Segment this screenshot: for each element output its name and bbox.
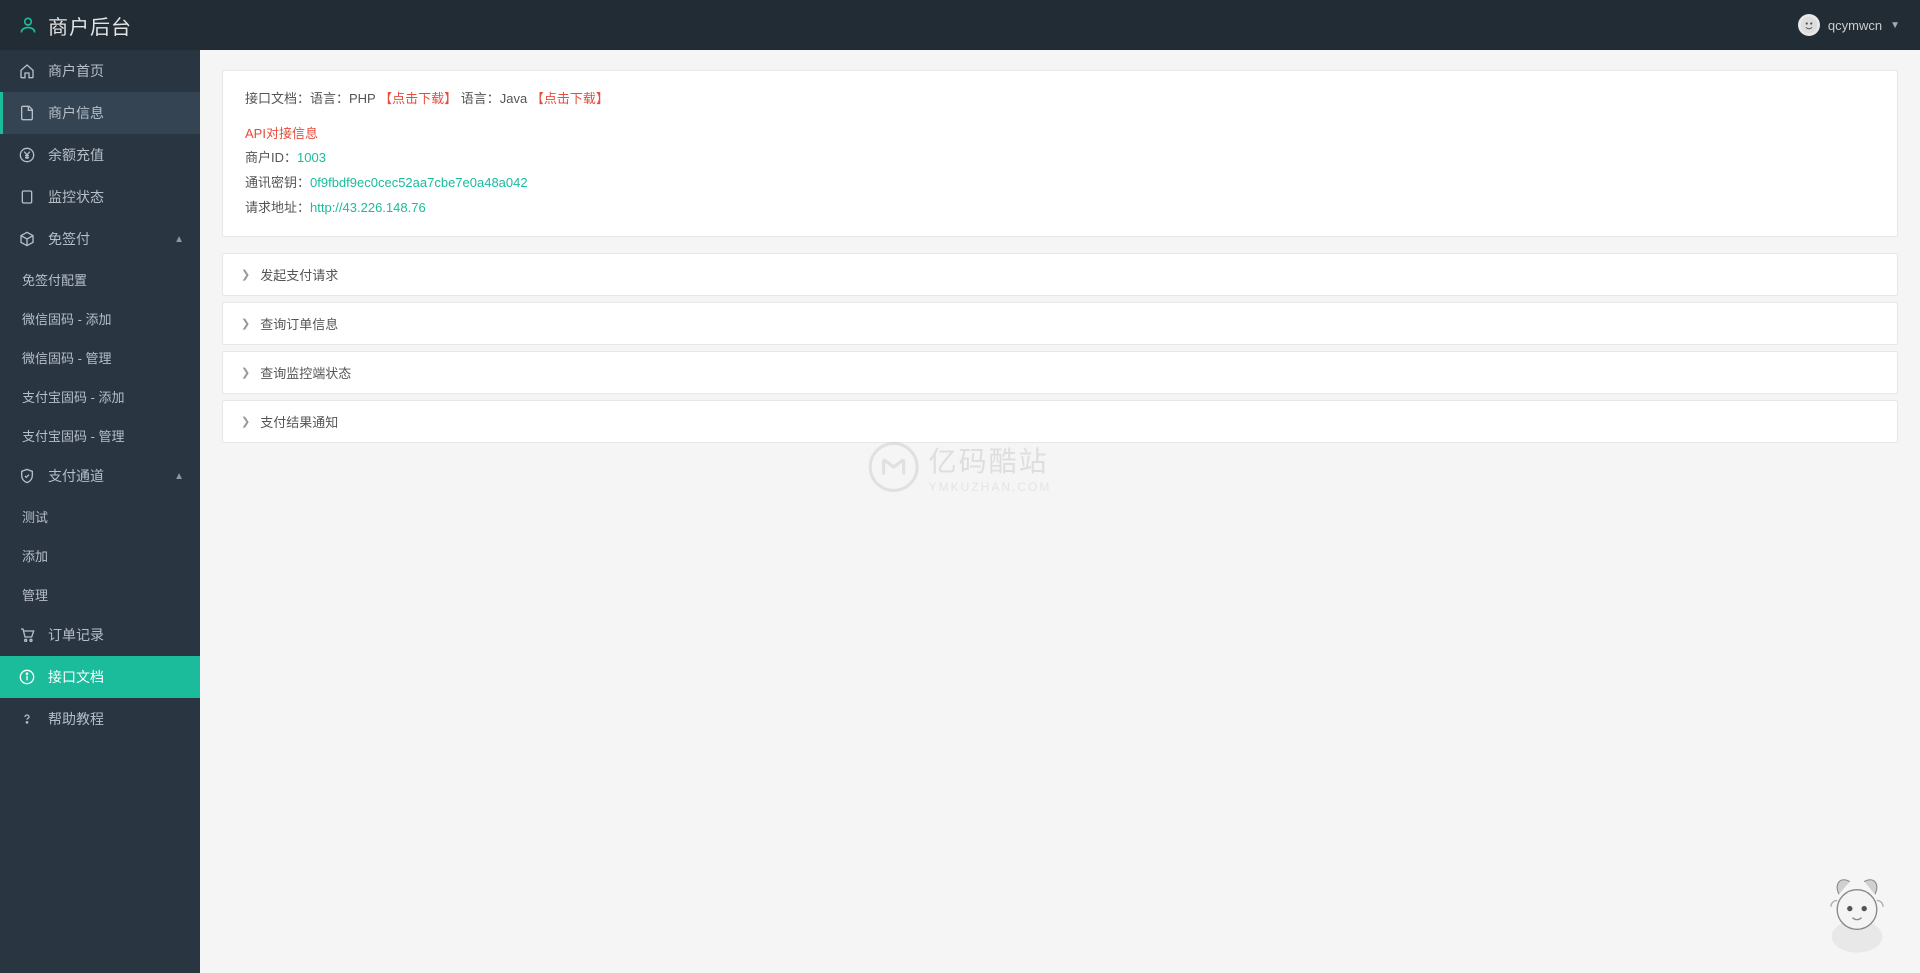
sidebar-sub-mqf-config[interactable]: 免签付配置 — [0, 260, 200, 299]
accordion-label: 支付结果通知 — [260, 412, 338, 431]
sidebar-item-label: 订单记录 — [48, 625, 104, 645]
sidebar-item-label: 帮助教程 — [48, 709, 104, 729]
question-icon — [18, 711, 36, 727]
accordion-label: 发起支付请求 — [260, 265, 338, 284]
user-icon — [18, 15, 38, 35]
sidebar-item-label: 余额充值 — [48, 145, 104, 165]
merchant-label: 商户ID： — [245, 150, 297, 165]
sidebar-sub-alipay-manage[interactable]: 支付宝固码 - 管理 — [0, 416, 200, 455]
sidebar-sub-add[interactable]: 添加 — [0, 536, 200, 575]
cube-icon — [18, 231, 36, 247]
sidebar-item-mianqianfu[interactable]: 免签付 ▲ — [0, 218, 200, 260]
sidebar-sub-test[interactable]: 测试 — [0, 497, 200, 536]
sidebar-item-label: 商户首页 — [48, 61, 104, 81]
sidebar-item-paychannel[interactable]: 支付通道 ▲ — [0, 455, 200, 497]
logo: 商户后台 — [0, 0, 200, 50]
merchant-id: 1003 — [297, 150, 326, 165]
sidebar-item-label: 商户信息 — [48, 103, 104, 123]
user-menu[interactable]: qcymwcn ▼ — [1798, 14, 1900, 36]
chevron-right-icon: ❯ — [241, 366, 250, 379]
caret-down-icon: ▼ — [1890, 20, 1900, 31]
shield-icon — [18, 468, 36, 484]
chevron-up-icon: ▲ — [174, 234, 184, 245]
doc-line: 接口文档：语言：PHP 【点击下载】 语言：Java 【点击下载】 — [245, 87, 1875, 112]
sidebar-item-apidoc[interactable]: 接口文档 — [0, 656, 200, 698]
sidebar-submenu-paychannel: 测试 添加 管理 — [0, 497, 200, 614]
url-row: 请求地址：http://43.226.148.76 — [245, 196, 1875, 221]
accordion-item-monitor-status[interactable]: ❯ 查询监控端状态 — [222, 351, 1898, 394]
sidebar: 商户首页 商户信息 余额充值 监控状态 免签付 ▲ 免签付配置 微信固码 - 添… — [0, 50, 200, 973]
sidebar-sub-wechat-manage[interactable]: 微信固码 - 管理 — [0, 338, 200, 377]
sidebar-item-orders[interactable]: 订单记录 — [0, 614, 200, 656]
key-label: 通讯密钥： — [245, 175, 310, 190]
chevron-right-icon: ❯ — [241, 268, 250, 281]
url-value[interactable]: http://43.226.148.76 — [310, 200, 426, 215]
merchant-row: 商户ID：1003 — [245, 146, 1875, 171]
accordion-item-pay-notify[interactable]: ❯ 支付结果通知 — [222, 400, 1898, 443]
tablet-icon — [18, 189, 36, 205]
accordion-item-order-query[interactable]: ❯ 查询订单信息 — [222, 302, 1898, 345]
doc-icon — [18, 105, 36, 121]
sidebar-item-label: 免签付 — [48, 229, 90, 249]
sidebar-sub-alipay-add[interactable]: 支付宝固码 - 添加 — [0, 377, 200, 416]
sidebar-item-merchant-info[interactable]: 商户信息 — [0, 92, 200, 134]
accordion-label: 查询订单信息 — [260, 314, 338, 333]
doc-prefix: 接口文档：语言：PHP — [245, 91, 376, 106]
sidebar-item-home[interactable]: 商户首页 — [0, 50, 200, 92]
accordion-item-pay-request[interactable]: ❯ 发起支付请求 — [222, 253, 1898, 296]
sidebar-sub-manage[interactable]: 管理 — [0, 575, 200, 614]
home-icon — [18, 63, 36, 79]
lang2-prefix: 语言：Java — [461, 91, 527, 106]
key-row: 通讯密钥：0f9fbdf9ec0cec52aa7cbe7e0a48a042 — [245, 171, 1875, 196]
accordion-label: 查询监控端状态 — [260, 363, 351, 382]
sidebar-item-label: 支付通道 — [48, 466, 104, 486]
download-java-link[interactable]: 【点击下载】 — [531, 91, 609, 106]
header: 商户后台 qcymwcn ▼ — [0, 0, 1920, 50]
key-value: 0f9fbdf9ec0cec52aa7cbe7e0a48a042 — [310, 175, 528, 190]
info-icon — [18, 669, 36, 685]
yen-icon — [18, 147, 36, 163]
sidebar-item-monitor[interactable]: 监控状态 — [0, 176, 200, 218]
chevron-up-icon: ▲ — [174, 471, 184, 482]
sidebar-sub-wechat-add[interactable]: 微信固码 - 添加 — [0, 299, 200, 338]
cart-icon — [18, 627, 36, 643]
sidebar-item-help[interactable]: 帮助教程 — [0, 698, 200, 740]
main-content: 接口文档：语言：PHP 【点击下载】 语言：Java 【点击下载】 API对接信… — [200, 50, 1920, 973]
sidebar-submenu-mianqianfu: 免签付配置 微信固码 - 添加 微信固码 - 管理 支付宝固码 - 添加 支付宝… — [0, 260, 200, 455]
chevron-right-icon: ❯ — [241, 415, 250, 428]
accordion: ❯ 发起支付请求 ❯ 查询订单信息 ❯ 查询监控端状态 ❯ 支付结果通知 — [222, 253, 1898, 443]
app-title: 商户后台 — [48, 11, 132, 40]
chevron-right-icon: ❯ — [241, 317, 250, 330]
api-info-panel: 接口文档：语言：PHP 【点击下载】 语言：Java 【点击下载】 API对接信… — [222, 70, 1898, 237]
api-title: API对接信息 — [245, 122, 1875, 147]
username: qcymwcn — [1828, 18, 1882, 33]
avatar — [1798, 14, 1820, 36]
url-label: 请求地址： — [245, 200, 310, 215]
download-php-link[interactable]: 【点击下载】 — [379, 91, 457, 106]
sidebar-item-label: 监控状态 — [48, 187, 104, 207]
sidebar-item-label: 接口文档 — [48, 667, 104, 687]
sidebar-item-recharge[interactable]: 余额充值 — [0, 134, 200, 176]
